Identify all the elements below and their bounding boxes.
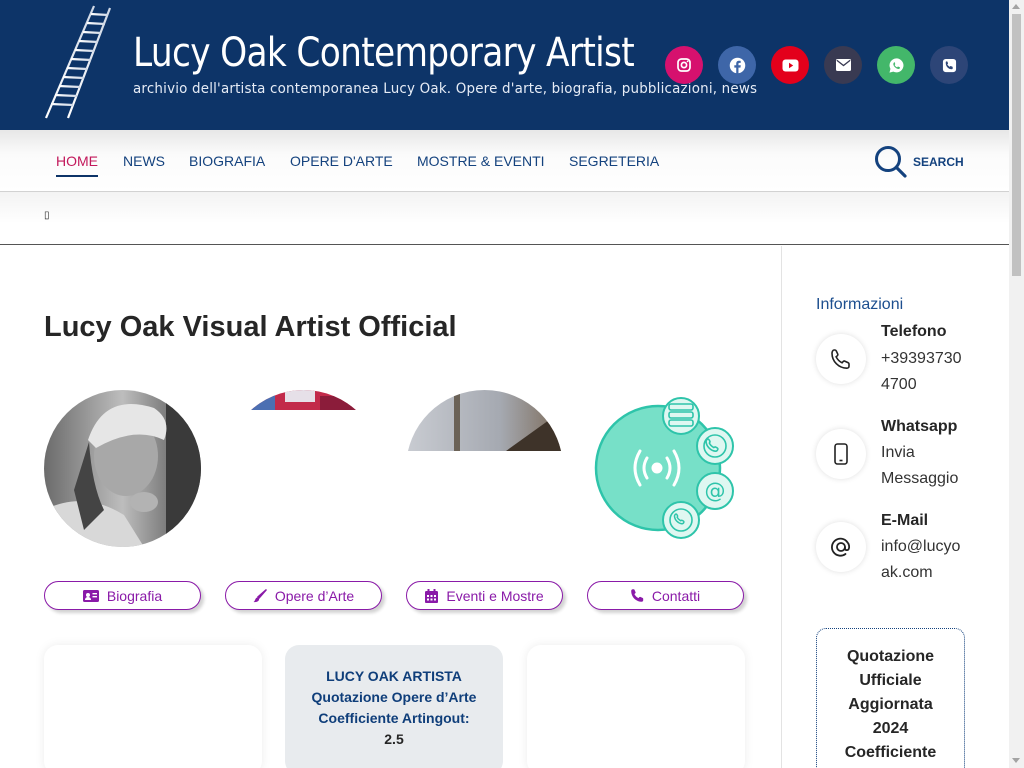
nav-item-news[interactable]: News: [123, 153, 165, 169]
phone-number[interactable]: +393937304700: [881, 346, 967, 398]
whatsapp-title: Whatsapp: [881, 418, 958, 435]
biografia-button-label: Biografia: [106, 587, 163, 604]
nav-item-home[interactable]: Home: [56, 153, 98, 177]
whatsapp-button[interactable]: [877, 46, 915, 84]
phone-title: Telefono: [881, 323, 947, 340]
phone-icon: [942, 58, 956, 72]
contatti-button[interactable]: Contatti: [587, 581, 744, 610]
scroll-up-arrow[interactable]: [1012, 4, 1020, 9]
email-button[interactable]: [824, 46, 862, 84]
biografia-button[interactable]: Biografia: [44, 581, 201, 610]
eventi-mostre-button[interactable]: Eventi e Mostre: [406, 581, 563, 610]
content-card: [527, 645, 745, 768]
facebook-icon: [729, 57, 745, 74]
paintbrush-icon: [253, 588, 267, 602]
site-header: Lucy Oak Contemporary Artist archivio de…: [0, 0, 1009, 130]
youtube-button[interactable]: [771, 46, 809, 84]
quotation-card: LUCY OAK ARTISTA Quotazione Opere d’Arte…: [285, 645, 503, 768]
at-icon: [831, 537, 851, 557]
quotation-box-line: Ufficiale: [859, 672, 922, 689]
scrollbar-thumb[interactable]: [1012, 14, 1021, 276]
svg-text:@: @: [705, 479, 726, 503]
social-links: [665, 46, 968, 84]
youtube-icon: [782, 59, 798, 71]
calendar-icon: [425, 588, 439, 603]
mobile-icon: [834, 443, 848, 465]
nav-item-opere-arte[interactable]: Opere d'Arte: [290, 153, 393, 169]
site-tagline: archivio dell'artista contemporanea Lucy…: [133, 81, 758, 97]
whatsapp-contact-icon-wrap[interactable]: [816, 429, 866, 479]
search-icon: [875, 146, 907, 178]
sidebar-heading: Informazioni: [816, 296, 904, 313]
quotation-box-line: Aggiornata: [848, 696, 933, 713]
vertical-scrollbar[interactable]: [1009, 0, 1024, 768]
contatti-button-label: Contatti: [651, 587, 701, 604]
main-navigation: Home News Biografia Opere d'Arte Mostre …: [0, 130, 1009, 192]
quotation-box-text: Quotazione Ufficiale Aggiornata 2024 Coe…: [817, 645, 964, 765]
quotation-value: 2.5: [384, 731, 404, 747]
quotation-line: Quotazione Opere d’Arte: [311, 689, 477, 705]
exhibition-image[interactable]: [406, 390, 563, 451]
artist-portrait-image[interactable]: [44, 390, 201, 547]
page-title: Lucy Oak Visual Artist Official: [44, 311, 457, 343]
sidebar-divider: [781, 246, 782, 768]
eventi-mostre-button-label: Eventi e Mostre: [446, 587, 544, 604]
breadcrumb: ▯: [0, 192, 1009, 245]
quotation-line: Coefficiente Artingout:: [318, 710, 470, 726]
nav-item-segreteria[interactable]: Segreteria: [569, 153, 659, 169]
quotation-box-line: 2024: [872, 720, 909, 737]
quotation-box: Quotazione Ufficiale Aggiornata 2024 Coe…: [816, 628, 965, 768]
opere-arte-button[interactable]: Opere d’Arte: [225, 581, 382, 610]
site-title[interactable]: Lucy Oak Contemporary Artist: [133, 30, 635, 76]
phone-contact-icon-wrap[interactable]: [816, 334, 866, 384]
quotation-box-line: Coefficiente: [844, 744, 937, 761]
whatsapp-icon: [888, 57, 903, 73]
search-label: SEARCH: [913, 154, 964, 169]
email-title: E-Mail: [881, 512, 929, 529]
id-card-icon: [82, 589, 99, 602]
quotation-box-line: Quotazione: [846, 648, 935, 665]
email-address[interactable]: info@lucyoak.com: [881, 534, 967, 586]
quotation-line: LUCY OAK ARTISTA: [326, 668, 462, 684]
nav-item-mostre-eventi[interactable]: Mostre & Eventi: [417, 153, 545, 169]
phone-icon: [631, 589, 644, 602]
ladder-logo[interactable]: [44, 4, 116, 122]
contacts-graphic[interactable]: @: [594, 396, 737, 541]
email-icon: [835, 59, 851, 71]
nav-item-biografia[interactable]: Biografia: [189, 153, 265, 169]
phone-icon: [831, 349, 850, 370]
content-card: [44, 645, 262, 768]
opere-arte-button-label: Opere d’Arte: [274, 587, 355, 604]
facebook-button[interactable]: [718, 46, 756, 84]
search-button[interactable]: SEARCH: [874, 145, 964, 178]
instagram-icon: [677, 58, 691, 72]
phone-button[interactable]: [930, 46, 968, 84]
email-contact-icon-wrap[interactable]: [816, 522, 866, 572]
quotation-card-text: LUCY OAK ARTISTA Quotazione Opere d’Arte…: [285, 666, 503, 750]
whatsapp-link[interactable]: Invia Messaggio: [881, 440, 967, 492]
scroll-down-arrow[interactable]: [1012, 758, 1020, 763]
page: Lucy Oak Contemporary Artist archivio de…: [0, 0, 1024, 768]
instagram-button[interactable]: [665, 46, 703, 84]
artwork-image[interactable]: [225, 390, 382, 410]
home-icon[interactable]: ▯: [44, 210, 50, 221]
